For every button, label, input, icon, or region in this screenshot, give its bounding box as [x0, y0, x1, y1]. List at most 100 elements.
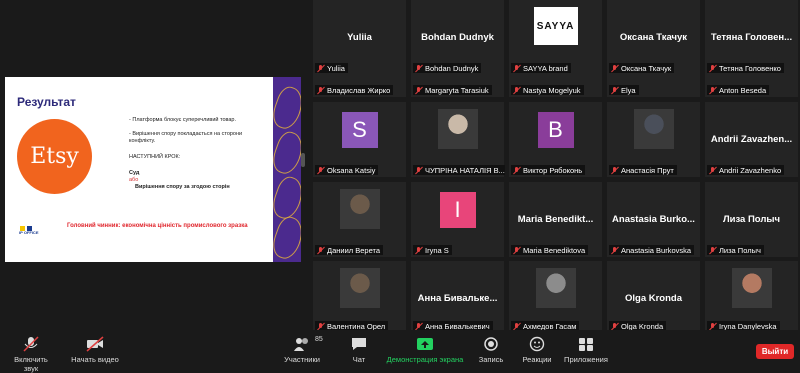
slide-bullet-2: - Вирішення спору покладається на сторон…: [129, 131, 243, 144]
chat-icon: [350, 336, 368, 352]
unmute-button[interactable]: Включить звук: [6, 336, 56, 373]
participant-label-text: Andrii Zavazhenko: [719, 165, 782, 175]
mic-muted-icon: [610, 166, 619, 175]
participant-tile[interactable]: Тетяна Головен... Тетяна Головенко: [705, 0, 798, 75]
meeting-toolbar: Включить звук Начать видео 85 Участники …: [0, 330, 800, 373]
participant-label-text: Yuliia: [327, 63, 345, 73]
participant-name-label: Тетяна Головенко: [707, 63, 784, 73]
participant-name-label: Bohdan Dudnyk: [413, 63, 482, 73]
slide-bullet-1: - Платформа блокує суперечливий товар.: [129, 117, 237, 123]
participant-name-label: Anastasia Burkovska: [609, 245, 695, 255]
mic-muted-icon: [512, 64, 521, 73]
participant-display-name: Anastasia Burko...: [612, 214, 695, 225]
participant-photo: [339, 189, 380, 229]
participant-display-name: Оксана Ткачук: [619, 32, 688, 43]
participant-tile[interactable]: Оксана Ткачук Оксана Ткачук: [607, 0, 700, 75]
participant-label-text: Margaryta Tarasiuk: [425, 85, 489, 95]
participant-tile[interactable]: B Виктор Рябоконь: [509, 102, 602, 177]
participant-avatar: B: [537, 112, 574, 148]
split-resize-handle[interactable]: [301, 153, 305, 167]
participant-tile[interactable]: Iryna Danylevska: [705, 261, 798, 333]
slide-decor-band: [268, 77, 301, 262]
slide-title: Результат: [17, 95, 76, 109]
slide-or: або: [129, 177, 139, 183]
participant-label-text: Оксана Ткачук: [621, 63, 672, 73]
mic-muted-icon: [414, 166, 423, 175]
share-screen-button[interactable]: Демонстрация экрана: [385, 336, 465, 364]
participant-tile[interactable]: Анна Бивальке... Анна Бивалькевич: [411, 261, 504, 333]
mic-muted-icon: [316, 86, 325, 95]
participant-display-name: Лиза Полыч: [722, 214, 781, 225]
mic-muted-icon: [610, 246, 619, 255]
participant-label-text: Nastya Mogelyuk: [523, 85, 581, 95]
participant-display-name: Andrii Zavazhen...: [710, 134, 793, 145]
participant-label-text: Лиза Полыч: [719, 245, 761, 255]
participant-tile[interactable]: Andrii Zavazhen... Andrii Zavazhenko: [705, 102, 798, 177]
participant-tile[interactable]: ЧУПРІНА НАТАЛІЯ В...: [411, 102, 505, 177]
mic-muted-icon: [512, 86, 521, 95]
participant-label-text: Iryna S: [425, 245, 449, 255]
participant-name-label: Andrii Zavazhenko: [707, 165, 785, 175]
participant-avatar: I: [439, 192, 476, 228]
participant-tile[interactable]: SAYYA SAYYA brand: [509, 0, 602, 75]
participant-photo: [437, 109, 478, 149]
start-video-button[interactable]: Начать видео: [70, 336, 120, 364]
mic-muted-icon: [22, 336, 40, 352]
mic-muted-icon: [414, 86, 423, 95]
chat-button[interactable]: Чат: [342, 336, 376, 364]
participant-photo: [633, 109, 674, 149]
apps-icon: [577, 336, 595, 352]
reactions-button[interactable]: Реакции: [518, 336, 556, 364]
participant-display-name: Bohdan Dudnyk: [421, 32, 494, 43]
participant-tile[interactable]: Валентина Орел: [313, 261, 406, 333]
mic-muted-icon: [610, 64, 619, 73]
participant-tile[interactable]: Anastasia Burko... Anastasia Burkovska: [607, 182, 700, 257]
participant-count: 85: [315, 336, 323, 343]
participant-tile[interactable]: Olga Kronda Olga Kronda: [607, 261, 700, 333]
participant-label-text: Maria Benediktova: [523, 245, 586, 255]
participant-label-text: ЧУПРІНА НАТАЛІЯ В...: [425, 165, 505, 175]
mic-muted-icon: [708, 64, 717, 73]
participant-name-label: Oksana Katsiy: [315, 165, 379, 175]
slide-option-2: Вирішення спору за згодою сторін: [135, 184, 230, 190]
participant-display-name: Анна Бивальке...: [417, 293, 498, 304]
participant-label-text: Bohdan Dudnyk: [425, 63, 479, 73]
participants-button[interactable]: 85 Участники: [277, 336, 327, 364]
leave-button[interactable]: Выйти: [756, 344, 794, 359]
participant-tile[interactable]: Даниил Верета: [313, 182, 406, 257]
smiley-icon: [528, 336, 546, 352]
participant-label-text: Oksana Katsiy: [327, 165, 376, 175]
participant-label-text: Anton Beseda: [719, 85, 767, 95]
participant-label-text: Владислав Жирко: [327, 85, 391, 95]
participant-tile[interactable]: Ахмедов Гасам: [509, 261, 602, 333]
participant-label-text: Elya: [621, 85, 636, 95]
participant-tile[interactable]: Yuliia Yuliia: [313, 0, 406, 75]
mic-muted-icon: [316, 246, 325, 255]
participant-tile[interactable]: Лиза Полыч Лиза Полыч: [705, 182, 798, 257]
participant-tile[interactable]: Maria Benedikt... Maria Benediktova: [509, 182, 602, 257]
participant-tile[interactable]: Bohdan Dudnyk Bohdan Dudnyk: [411, 0, 504, 75]
participant-name-label: Elya: [609, 85, 639, 95]
mic-muted-icon: [414, 246, 423, 255]
participant-name-label: Iryna S: [413, 245, 452, 255]
participant-name-label: Анастасія Прут: [609, 165, 677, 175]
participant-tile[interactable]: S Oksana Katsiy: [313, 102, 406, 177]
participant-display-name: Maria Benedikt...: [517, 214, 594, 225]
share-screen-icon: [416, 336, 434, 352]
people-icon: 85: [293, 336, 323, 352]
participant-tile[interactable]: Анастасія Прут: [607, 102, 700, 177]
participant-logo: SAYYA: [533, 7, 578, 45]
participant-name-label: Margaryta Tarasiuk: [413, 85, 492, 95]
mic-muted-icon: [708, 246, 717, 255]
participant-name-label: Yuliia: [315, 63, 348, 73]
participant-label-text: Анастасія Прут: [621, 165, 674, 175]
participant-name-label: ЧУПРІНА НАТАЛІЯ В...: [413, 165, 505, 175]
participant-photo: [339, 268, 380, 308]
shared-screen: Результат Etsy - Платформа блокує супере…: [5, 77, 301, 262]
mic-muted-icon: [708, 86, 717, 95]
participant-tile[interactable]: I Iryna S: [411, 182, 504, 257]
participant-label-text: Даниил Верета: [327, 245, 381, 255]
record-button[interactable]: Запись: [474, 336, 508, 364]
apps-button[interactable]: Приложения: [562, 336, 610, 364]
participant-name-label: Nastya Mogelyuk: [511, 85, 584, 95]
